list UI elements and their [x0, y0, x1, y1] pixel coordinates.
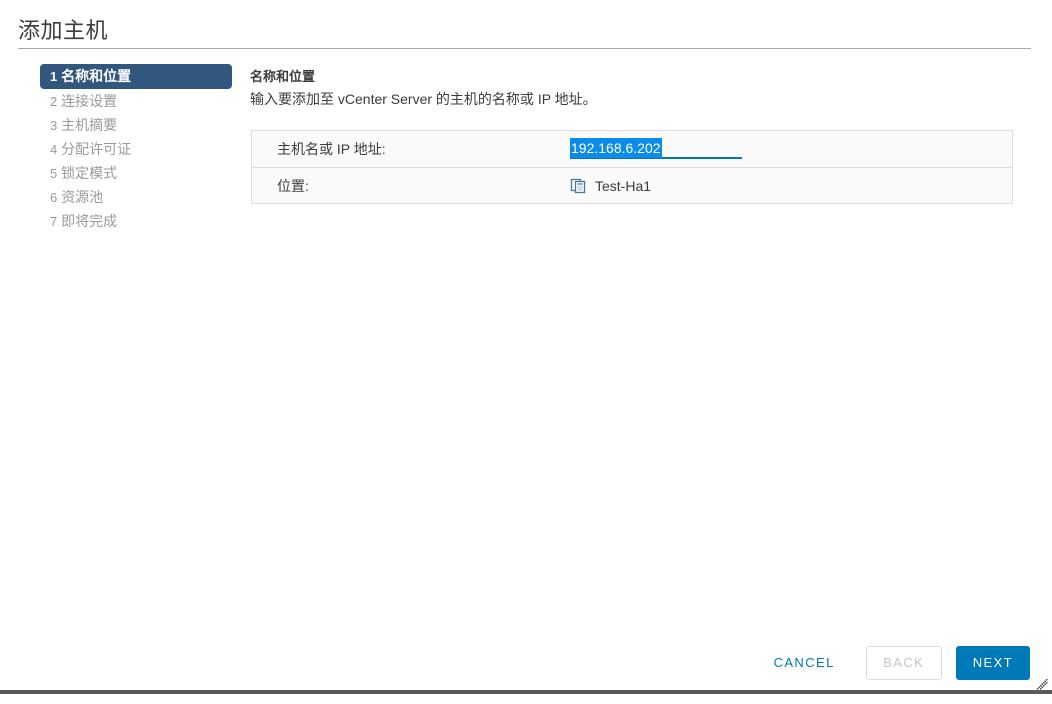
step-label: 即将完成	[61, 213, 118, 229]
step-label: 资源池	[61, 189, 104, 205]
content-header: 名称和位置 输入要添加至 vCenter Server 的主机的名称或 IP 地…	[250, 68, 1014, 108]
next-button[interactable]: NEXT	[955, 646, 1030, 680]
wizard-step-list: 1 名称和位置 2 连接设置 3 主机摘要 4 分配许可证 5 锁定模式 6 资…	[40, 64, 232, 233]
resize-handle[interactable]	[1037, 678, 1049, 690]
form-panel: 主机名或 IP 地址: 192.168.6.202 位置: Test-Ha1	[251, 130, 1013, 204]
step-label: 名称和位置	[61, 68, 132, 84]
wizard-header: 添加主机	[0, 0, 1052, 50]
location-label: 位置:	[277, 177, 309, 194]
sidebar-step-6-resource-pool[interactable]: 6 资源池	[40, 185, 232, 209]
step-number: 4	[50, 142, 58, 157]
window-bottom-bar	[0, 690, 1052, 694]
back-button[interactable]: BACK	[865, 646, 942, 680]
hostname-value-cell: 192.168.6.202	[570, 138, 1012, 160]
step-number: 1	[50, 69, 58, 84]
datacenter-icon	[570, 178, 586, 194]
form-row-hostname: 主机名或 IP 地址: 192.168.6.202	[252, 131, 1012, 167]
step-label: 连接设置	[61, 93, 118, 109]
form-row-location: 位置: Test-Ha1	[252, 167, 1012, 203]
footer-actions: CANCEL BACK NEXT	[757, 646, 1030, 680]
step-label: 分配许可证	[61, 141, 132, 157]
step-number: 6	[50, 190, 58, 205]
page-title: 添加主机	[18, 18, 109, 43]
step-label: 主机摘要	[61, 117, 118, 133]
step-number: 7	[50, 214, 58, 229]
sidebar-step-3-host-summary[interactable]: 3 主机摘要	[40, 113, 232, 137]
cancel-button[interactable]: CANCEL	[757, 646, 852, 680]
sidebar-step-5-lockdown-mode[interactable]: 5 锁定模式	[40, 161, 232, 185]
sidebar-step-7-ready-to-complete[interactable]: 7 即将完成	[40, 209, 232, 233]
location-name: Test-Ha1	[595, 177, 652, 194]
sidebar-step-1-name-and-location[interactable]: 1 名称和位置	[40, 64, 232, 89]
step-number: 2	[50, 94, 58, 109]
step-number: 5	[50, 166, 58, 181]
content-title: 名称和位置	[250, 69, 316, 84]
hostname-input-wrap: 192.168.6.202	[570, 138, 742, 160]
sidebar-step-4-assign-license[interactable]: 4 分配许可证	[40, 137, 232, 161]
location-value-cell: Test-Ha1	[570, 178, 1012, 194]
content-subtitle: 输入要添加至 vCenter Server 的主机的名称或 IP 地址。	[250, 91, 597, 107]
sidebar-step-2-connection-settings[interactable]: 2 连接设置	[40, 89, 232, 113]
header-divider	[18, 48, 1031, 49]
step-label: 锁定模式	[61, 165, 118, 181]
hostname-label: 主机名或 IP 地址:	[277, 141, 386, 157]
hostname-input[interactable]	[570, 138, 742, 159]
step-number: 3	[50, 118, 58, 133]
